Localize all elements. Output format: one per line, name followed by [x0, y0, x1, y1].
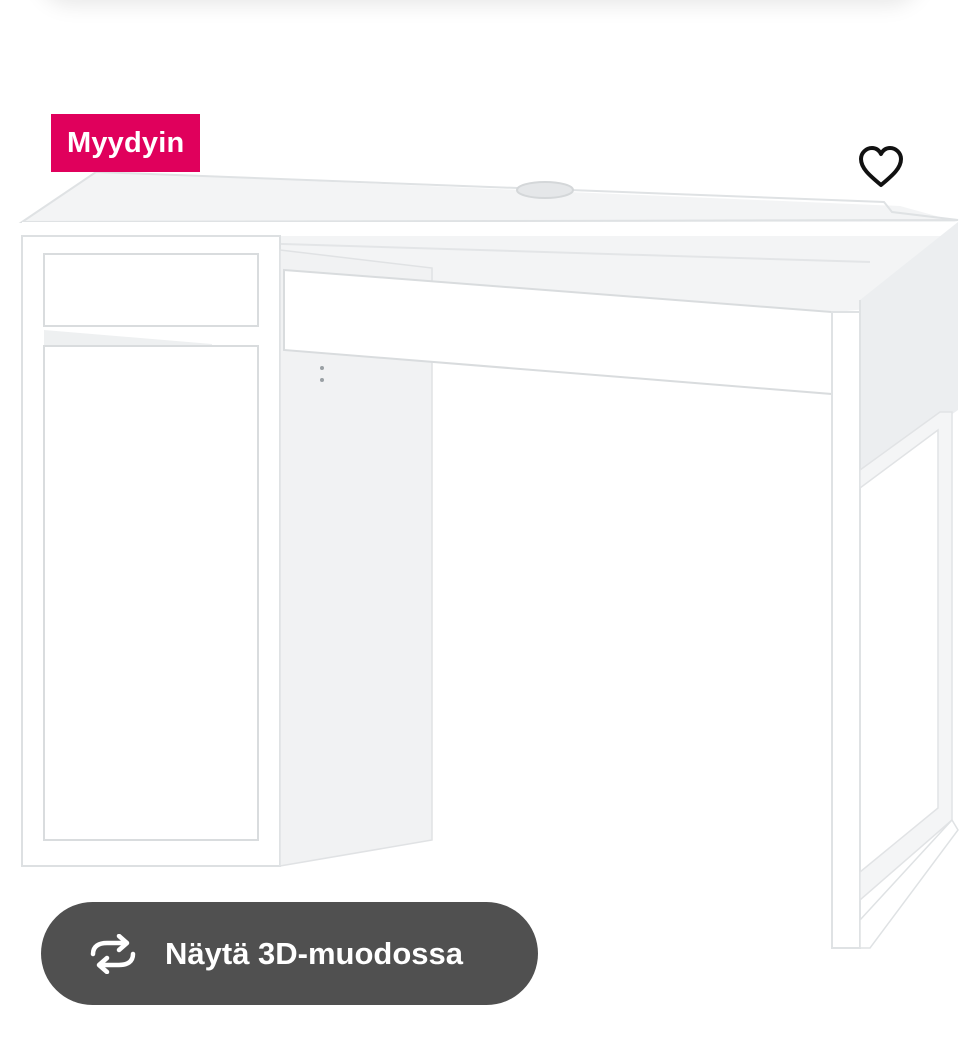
bestseller-badge: Myydyin	[51, 114, 201, 172]
favorite-button[interactable]	[852, 138, 910, 196]
rotate-arrows-icon	[85, 933, 141, 974]
heart-icon	[859, 146, 903, 187]
view-in-3d-button[interactable]: Näytä 3D-muodossa	[41, 902, 538, 1005]
view-in-3d-label: Näytä 3D-muodossa	[165, 935, 464, 971]
